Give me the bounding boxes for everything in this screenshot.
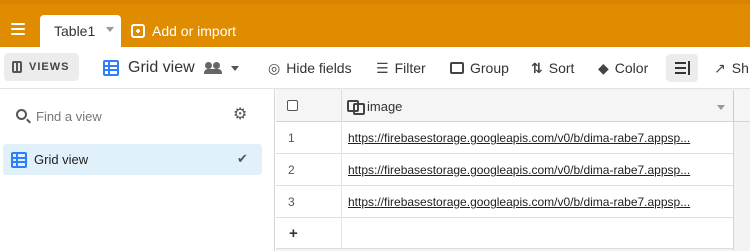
- add-or-import-label: Add or import: [152, 23, 237, 39]
- image-url-cell[interactable]: https://firebasestorage.googleapis.com/v…: [348, 163, 726, 177]
- tab-table1[interactable]: Table1: [40, 15, 121, 47]
- column-divider: [341, 218, 342, 249]
- filter-label: Filter: [394, 60, 426, 76]
- add-or-import-button[interactable]: Add or import: [131, 22, 236, 40]
- color-label: Color: [614, 60, 649, 76]
- view-toolbar: VIEWS Grid view ◎ Hide fields ☰ Filter G…: [0, 47, 750, 89]
- sidebar-item-label: Grid view: [34, 152, 89, 167]
- app-window: Table1 Add or import VIEWS Grid view ◎ H…: [0, 0, 750, 251]
- image-url-cell[interactable]: https://firebasestorage.googleapis.com/v…: [348, 195, 726, 209]
- row-number: 2: [288, 163, 295, 177]
- filter-icon: ☰: [376, 59, 389, 76]
- select-all-checkbox[interactable]: [287, 100, 298, 111]
- grid-edge: [733, 122, 734, 250]
- column-divider: [341, 122, 342, 154]
- add-record-icon[interactable]: +: [289, 225, 298, 242]
- search-icon: [16, 109, 27, 120]
- views-toggle-button[interactable]: VIEWS: [4, 53, 79, 81]
- link-field-icon: [347, 100, 365, 115]
- row-number: 1: [288, 131, 295, 145]
- table-row[interactable]: 3 https://firebasestorage.googleapis.com…: [276, 186, 734, 218]
- group-label: Group: [470, 60, 509, 76]
- column-header-image[interactable]: image: [367, 99, 402, 114]
- group-icon: [450, 62, 464, 74]
- share-label: Sh: [731, 60, 749, 76]
- paint-bucket-icon: ◆: [598, 59, 609, 76]
- views-label: VIEWS: [29, 61, 70, 73]
- grid-header-row: image: [276, 90, 750, 122]
- sort-label: Sort: [548, 60, 575, 76]
- color-button[interactable]: ◆ Color: [598, 47, 648, 89]
- row-height-button[interactable]: [666, 54, 698, 82]
- sidebar-item-grid-view[interactable]: Grid view ✔: [3, 144, 262, 175]
- chevron-down-icon[interactable]: [717, 105, 725, 110]
- eye-slash-icon: ◎: [268, 59, 281, 76]
- top-bar: Table1 Add or import: [0, 0, 750, 47]
- collaborators-icon: [203, 62, 222, 74]
- hide-fields-label: Hide fields: [286, 60, 352, 76]
- gear-icon[interactable]: ⚙: [233, 107, 247, 123]
- add-box-icon: [131, 24, 145, 38]
- chevron-down-icon[interactable]: [106, 27, 114, 32]
- share-button[interactable]: ↗ Sh: [714, 47, 749, 89]
- hide-fields-button[interactable]: ◎ Hide fields: [268, 47, 352, 89]
- current-view-name: Grid view: [128, 59, 195, 76]
- share-icon: ↗: [714, 59, 726, 76]
- grid-icon: [11, 152, 27, 168]
- find-view-input[interactable]: [36, 106, 216, 126]
- row-number: 3: [288, 195, 295, 209]
- group-button[interactable]: Group: [450, 47, 509, 89]
- view-switcher[interactable]: Grid view: [103, 47, 239, 89]
- grid-icon: [103, 60, 119, 76]
- table-row[interactable]: 2 https://firebasestorage.googleapis.com…: [276, 154, 734, 186]
- menu-icon[interactable]: [11, 23, 25, 35]
- data-grid: image 1 https://firebasestorage.googleap…: [276, 89, 750, 251]
- column-divider: [341, 90, 342, 122]
- column-divider: [733, 90, 734, 122]
- filter-button[interactable]: ☰ Filter: [376, 47, 426, 89]
- table-tab-label: Table1: [54, 23, 96, 39]
- sort-icon: ⇅: [531, 59, 543, 76]
- column-divider: [341, 186, 342, 218]
- sidebar-icon: [12, 61, 22, 73]
- chevron-down-icon: [230, 65, 239, 71]
- checkmark-icon: ✔: [237, 151, 248, 166]
- add-record-row[interactable]: +: [276, 218, 734, 249]
- view-search-row: ⚙: [0, 89, 275, 141]
- top-strip: [0, 0, 750, 4]
- column-divider: [341, 154, 342, 186]
- table-row[interactable]: 1 https://firebasestorage.googleapis.com…: [276, 122, 734, 154]
- views-sidebar: ⚙ Grid view ✔: [0, 89, 275, 251]
- image-url-cell[interactable]: https://firebasestorage.googleapis.com/v…: [348, 131, 726, 145]
- sort-button[interactable]: ⇅ Sort: [531, 47, 574, 89]
